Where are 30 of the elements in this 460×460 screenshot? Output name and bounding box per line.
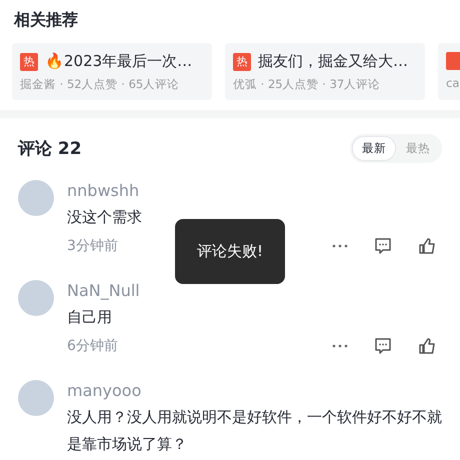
thumbs-up-icon[interactable] [418, 337, 436, 355]
comment-text: 没人用？没人用就说明不是好软件，一个软件好不好不就是靠市场说了算？ [67, 407, 442, 455]
article-meta: ca [446, 76, 460, 90]
comment-text: 自己用 [67, 307, 113, 328]
username[interactable]: NaN_Null [67, 280, 140, 302]
comment-icon[interactable] [374, 337, 392, 355]
username[interactable]: manyooo [67, 380, 142, 402]
hot-badge [446, 52, 460, 70]
comment-text: 没这个需求 [67, 207, 143, 228]
toast-message: 评论失败! [175, 219, 285, 284]
thumbs-up-icon[interactable] [418, 237, 436, 255]
comments-title: 评论 22 [18, 138, 82, 160]
username[interactable]: nnbwshh [67, 180, 140, 202]
hot-badge: 热 [233, 52, 251, 70]
comment-time: 6分钟前 [67, 337, 118, 355]
more-icon[interactable] [332, 344, 348, 348]
comment-icon[interactable] [374, 237, 392, 255]
article-meta: 优弧 · 25人点赞 · 37人评论 [233, 77, 380, 92]
article-title: 掘友们，掘金又给大… [258, 52, 408, 71]
sort-tab[interactable]: 最热 [396, 136, 440, 160]
article-card[interactable]: 热 掘友们，掘金又给大… 优弧 · 25人点赞 · 37人评论 [225, 43, 425, 100]
sort-tab[interactable]: 最新 [352, 136, 396, 160]
article-card[interactable]: 热 🔥2023年最后一次… 掘金酱 · 52人点赞 · 65人评论 [12, 43, 212, 100]
section-title: 相关推荐 [12, 9, 79, 31]
more-icon[interactable] [332, 244, 348, 248]
article-title: 🔥2023年最后一次… [45, 52, 192, 71]
article-meta: 掘金酱 · 52人点赞 · 65人评论 [20, 77, 180, 92]
hot-badge: 热 [20, 52, 38, 70]
comment-time: 3分钟前 [67, 237, 118, 255]
article-card[interactable]: ca [438, 43, 460, 100]
